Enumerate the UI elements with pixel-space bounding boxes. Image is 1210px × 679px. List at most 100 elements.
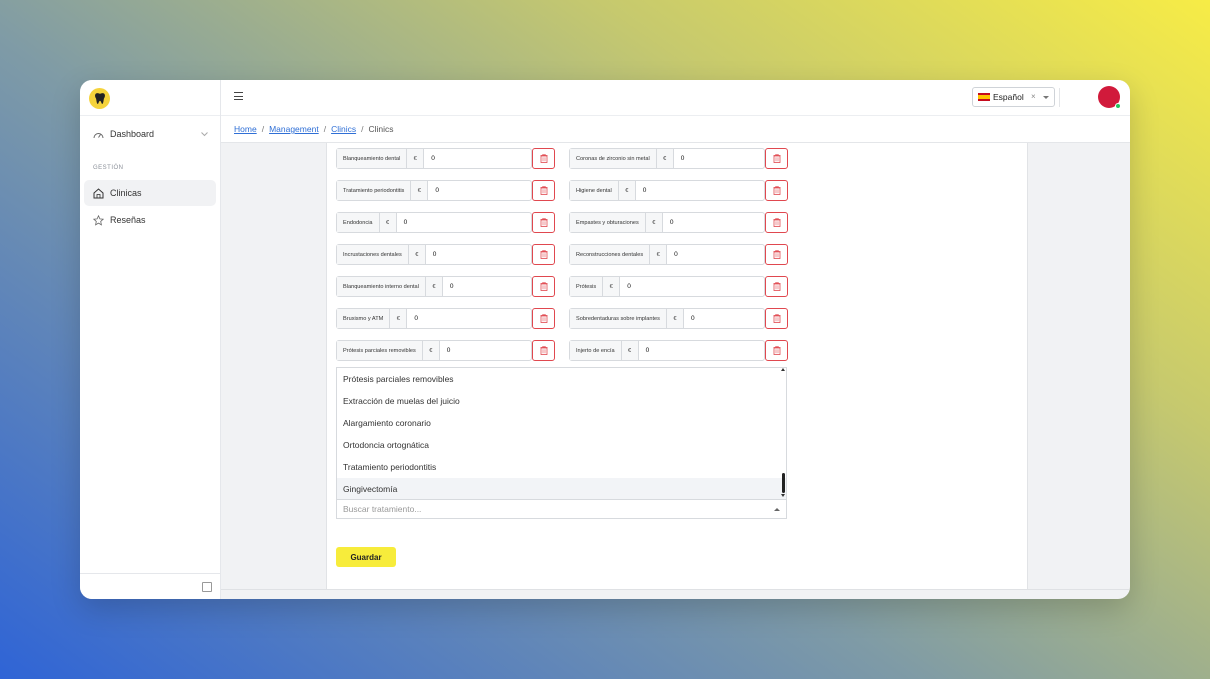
delete-treatment-button[interactable]	[532, 180, 555, 201]
delete-treatment-button[interactable]	[532, 308, 555, 329]
trash-icon	[540, 186, 548, 195]
delete-treatment-button[interactable]	[765, 308, 788, 329]
treatment-price-row: Prótesis €0	[569, 276, 788, 297]
sidebar-item-dashboard[interactable]: Dashboard	[84, 121, 216, 147]
price-input[interactable]: 0	[440, 347, 531, 354]
delete-treatment-button[interactable]	[765, 180, 788, 201]
delete-treatment-button[interactable]	[765, 212, 788, 233]
delete-treatment-button[interactable]	[532, 148, 555, 169]
price-input-group: Injerto de encía €0	[569, 340, 765, 361]
dropdown-option[interactable]: Extracción de muelas del juicio	[337, 390, 786, 412]
price-input[interactable]: 0	[663, 219, 764, 226]
treatment-price-row: Bruxismo y ATM €0	[336, 308, 555, 329]
currency-label: €	[390, 309, 408, 328]
currency-label: €	[650, 245, 668, 264]
price-input[interactable]: 0	[426, 251, 531, 258]
menu-icon[interactable]	[234, 92, 243, 100]
scroll-down-arrow-icon[interactable]	[781, 494, 785, 497]
caret-down-icon[interactable]	[1043, 96, 1049, 99]
price-input-group: Blanqueamiento dental €0	[336, 148, 532, 169]
price-input-group: Endodoncia €0	[336, 212, 532, 233]
clear-language-icon[interactable]: ×	[1031, 92, 1036, 101]
caret-up-icon[interactable]	[774, 508, 780, 511]
delete-treatment-button[interactable]	[765, 148, 788, 169]
treatment-label: Prótesis	[570, 277, 604, 296]
delete-treatment-button[interactable]	[532, 276, 555, 297]
treatment-label: Higiene dental	[570, 181, 619, 200]
currency-label: €	[379, 213, 397, 232]
price-input[interactable]: 0	[443, 283, 531, 290]
price-input[interactable]: 0	[428, 187, 531, 194]
price-input[interactable]: 0	[684, 315, 764, 322]
price-input[interactable]: 0	[407, 315, 531, 322]
treatment-price-row: Higiene dental €0	[569, 180, 788, 201]
currency-label: €	[411, 181, 429, 200]
delete-treatment-button[interactable]	[765, 340, 788, 361]
search-placeholder: Buscar tratamiento...	[343, 504, 422, 514]
treatment-price-row: Empastes y obturaciones €0	[569, 212, 788, 233]
dropdown-option[interactable]: Tratamiento periodontitis	[337, 456, 786, 478]
price-input-group: Higiene dental €0	[569, 180, 765, 201]
price-input[interactable]: 0	[639, 347, 764, 354]
trash-icon	[540, 346, 548, 355]
delete-treatment-button[interactable]	[765, 244, 788, 265]
breadcrumb-clinics-link[interactable]: Clinics	[331, 124, 356, 134]
price-input-group: Tratamiento periodontitis €0	[336, 180, 532, 201]
currency-label: €	[603, 277, 621, 296]
delete-treatment-button[interactable]	[765, 276, 788, 297]
delete-treatment-button[interactable]	[532, 212, 555, 233]
sidebar-section-label: GESTIÓN	[93, 165, 124, 171]
price-input-group: Bruxismo y ATM €0	[336, 308, 532, 329]
trash-icon	[540, 314, 548, 323]
sidebar-item-resenas[interactable]: Reseñas	[84, 207, 216, 233]
price-input[interactable]: 0	[620, 283, 764, 290]
language-value: Español	[993, 92, 1024, 102]
trash-icon	[773, 154, 781, 163]
dropdown-option[interactable]: Alargamiento coronario	[337, 412, 786, 434]
dropdown-option[interactable]: Gingivectomía	[337, 478, 786, 500]
currency-label: €	[666, 309, 684, 328]
treatment-label: Injerto de encía	[570, 341, 622, 360]
trash-icon	[540, 218, 548, 227]
save-button[interactable]: Guardar	[336, 547, 396, 567]
breadcrumb-management-link[interactable]: Management	[269, 124, 319, 134]
price-input[interactable]: 0	[397, 219, 531, 226]
price-input[interactable]: 0	[424, 155, 531, 162]
sidebar-item-clinicas[interactable]: Clinicas	[84, 180, 216, 206]
currency-label: €	[645, 213, 663, 232]
sidebar-item-label: Reseñas	[110, 215, 146, 225]
treatment-label: Bruxismo y ATM	[337, 309, 391, 328]
price-input-group: Coronas de zirconio sin metal €0	[569, 148, 765, 169]
treatment-label: Incrustaciones dentales	[337, 245, 409, 264]
collapse-sidebar-icon[interactable]	[202, 582, 212, 592]
dropdown-option[interactable]: Ortodoncia ortognática	[337, 434, 786, 456]
treatment-search-input[interactable]: Buscar tratamiento...	[336, 499, 787, 519]
trash-icon	[540, 250, 548, 259]
delete-treatment-button[interactable]	[532, 244, 555, 265]
treatment-price-row: Injerto de encía €0	[569, 340, 788, 361]
tooth-logo-icon[interactable]	[89, 88, 110, 109]
online-status-dot	[1115, 103, 1121, 109]
scroll-up-arrow-icon[interactable]	[781, 368, 785, 371]
chevron-down-icon	[201, 129, 208, 139]
price-input[interactable]: 0	[674, 155, 764, 162]
user-avatar[interactable]	[1098, 86, 1121, 109]
breadcrumb-home-link[interactable]: Home	[234, 124, 257, 134]
treatment-dropdown-list[interactable]: Prótesis parciales removibles Extracción …	[336, 367, 787, 500]
treatment-price-row: Blanqueamiento dental €0	[336, 148, 555, 169]
star-icon	[92, 214, 104, 226]
trash-icon	[773, 314, 781, 323]
treatment-label: Coronas de zirconio sin metal	[570, 149, 657, 168]
sidebar-item-label: Clinicas	[110, 188, 142, 198]
dropdown-scrollbar-thumb[interactable]	[782, 473, 785, 493]
currency-label: €	[408, 245, 426, 264]
trash-icon	[773, 186, 781, 195]
treatment-label: Endodoncia	[337, 213, 380, 232]
price-input[interactable]: 0	[636, 187, 764, 194]
language-select[interactable]: Español ×	[972, 87, 1055, 107]
dropdown-option[interactable]: Prótesis parciales removibles	[337, 368, 786, 390]
delete-treatment-button[interactable]	[532, 340, 555, 361]
price-input[interactable]: 0	[667, 251, 764, 258]
currency-label: €	[422, 341, 440, 360]
treatment-label: Reconstrucciones dentales	[570, 245, 651, 264]
